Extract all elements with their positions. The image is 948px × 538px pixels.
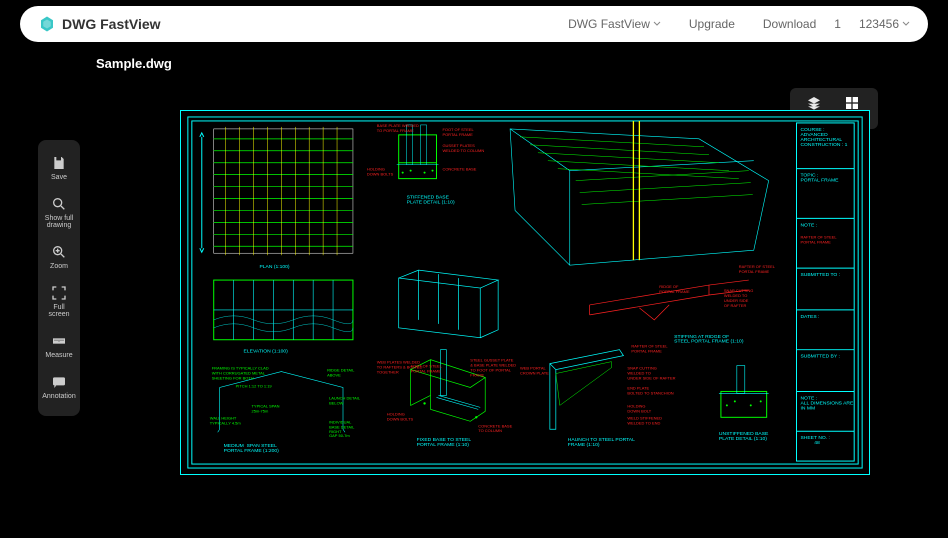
svg-text:MEDIUM SPAN STEELPORTAL FRAME: MEDIUM SPAN STEELPORTAL FRAME (1:200) bbox=[224, 443, 279, 454]
layout-icon bbox=[844, 95, 860, 111]
save-button[interactable]: Save bbox=[49, 148, 69, 189]
nav-notification[interactable]: 1 bbox=[834, 17, 841, 31]
save-icon bbox=[51, 155, 67, 171]
annotation-button[interactable]: Annotation bbox=[40, 367, 77, 408]
nav-upgrade[interactable]: Upgrade bbox=[689, 17, 735, 31]
magnify-icon bbox=[51, 196, 67, 212]
chevron-down-icon bbox=[902, 20, 910, 28]
svg-text:RAFTER OF STEELPORTAL FRAME: RAFTER OF STEELPORTAL FRAME bbox=[800, 234, 837, 244]
app-name: DWG FastView bbox=[62, 16, 161, 32]
showfull-button[interactable]: Show full drawing bbox=[43, 189, 75, 237]
svg-text:WALL HEIGHTTYPICALLY 4.5m: WALL HEIGHTTYPICALLY 4.5m bbox=[210, 415, 242, 425]
drawing-canvas[interactable]: COURSE :ADVANCEDARCHITECTURALCONSTRUCTIO… bbox=[180, 110, 870, 475]
nav-download[interactable]: Download bbox=[763, 17, 816, 31]
layer-icon bbox=[806, 95, 822, 111]
svg-text:GUSSET PLATESWELDED TO COLUMN: GUSSET PLATESWELDED TO COLUMN bbox=[442, 143, 484, 153]
svg-text:PLAN (1:100): PLAN (1:100) bbox=[259, 264, 289, 270]
svg-text:PITCH 1:12 TO 1:19: PITCH 1:12 TO 1:19 bbox=[236, 383, 273, 388]
file-name: Sample.dwg bbox=[96, 56, 948, 71]
svg-text:STIFFENED BASEPLATE DETAIL (1:: STIFFENED BASEPLATE DETAIL (1:10) bbox=[407, 195, 455, 206]
svg-text:NOTE :ALL DIMENSIONS AREIN MM: NOTE :ALL DIMENSIONS AREIN MM bbox=[800, 395, 854, 411]
svg-text:END PLATEBOLTED TO STANCHION: END PLATEBOLTED TO STANCHION bbox=[627, 385, 673, 395]
svg-text:RIDGE DETAILABOVE: RIDGE DETAILABOVE bbox=[327, 368, 355, 378]
svg-text:HOLDINGDOWN BOLTS: HOLDINGDOWN BOLTS bbox=[367, 167, 394, 177]
svg-text:FRAMING IS TYPICALLY CLADWITH: FRAMING IS TYPICALLY CLADWITH CORRUGATED… bbox=[212, 366, 269, 381]
svg-text:RAFTER OF STEELPORTAL FRAME: RAFTER OF STEELPORTAL FRAME bbox=[739, 264, 776, 274]
svg-text:TYPICAL SPAN25m-75m: TYPICAL SPAN25m-75m bbox=[252, 403, 280, 413]
svg-text:ELEVATION (1:100): ELEVATION (1:100) bbox=[244, 349, 289, 355]
svg-text:CONCRETE BASE: CONCRETE BASE bbox=[442, 167, 476, 172]
svg-text:SNAP CUTTINGWELDED TOUNDER SID: SNAP CUTTINGWELDED TOUNDER SIDE OF RAFTE… bbox=[627, 366, 675, 381]
zoom-button[interactable]: Zoom bbox=[48, 237, 70, 278]
topbar: DWG FastView DWG FastView Upgrade Downlo… bbox=[20, 6, 928, 42]
left-toolbar: Save Show full drawing Zoom Full screen … bbox=[38, 140, 80, 416]
svg-text:DATES :: DATES : bbox=[800, 314, 819, 320]
svg-text:WELD STIFFENEDWELDED TO END: WELD STIFFENEDWELDED TO END bbox=[627, 415, 662, 425]
annotation-icon bbox=[51, 374, 67, 390]
svg-text:STIFFING AT RIDGE OFSTEEL PORT: STIFFING AT RIDGE OFSTEEL PORTAL FRAME (… bbox=[674, 334, 744, 345]
fullscreen-icon bbox=[51, 285, 67, 301]
svg-text:SHEET NO. : 48: SHEET NO. : 48 bbox=[800, 435, 829, 446]
svg-text:COURSE :ADVANCEDARCHITECTURALC: COURSE :ADVANCEDARCHITECTURALCONSTRUCTIO… bbox=[800, 127, 847, 148]
svg-text:FIXED BASE TO STEELPORTAL FRAM: FIXED BASE TO STEELPORTAL FRAME (1:10) bbox=[417, 437, 472, 448]
svg-text:RIDGE OFPORTAL FRAME: RIDGE OFPORTAL FRAME bbox=[659, 284, 690, 294]
svg-text:HOLDINGDOWN BOLT: HOLDINGDOWN BOLT bbox=[627, 403, 651, 413]
svg-text:LAUNCH DETAILBELOW: LAUNCH DETAILBELOW bbox=[329, 395, 361, 405]
app-logo: DWG FastView bbox=[38, 15, 161, 33]
svg-text:BASE PLATE WELDEDTO PORTAL FRA: BASE PLATE WELDEDTO PORTAL FRAME bbox=[377, 123, 419, 133]
svg-text:RAFTER OF STEELPORTAL FRAME: RAFTER OF STEELPORTAL FRAME bbox=[631, 344, 668, 354]
svg-text:HOLDINGDOWN BOLTS: HOLDINGDOWN BOLTS bbox=[387, 411, 414, 421]
svg-text:SUBMITTED TO :: SUBMITTED TO : bbox=[800, 272, 840, 278]
svg-text:SUBMITTED BY :: SUBMITTED BY : bbox=[800, 354, 839, 360]
svg-text:WEB PORTALCROWN PLATE: WEB PORTALCROWN PLATE bbox=[520, 366, 549, 376]
svg-text:HAUNCH TO STEEL PORTALFRAME (1: HAUNCH TO STEEL PORTALFRAME (1:10) bbox=[568, 437, 635, 448]
svg-text:NOTE :: NOTE : bbox=[800, 222, 817, 228]
svg-text:TOPIC :PORTAL FRAME: TOPIC :PORTAL FRAME bbox=[800, 173, 839, 184]
chevron-down-icon bbox=[653, 20, 661, 28]
svg-text:FOOT OF STEELPORTAL FRAME: FOOT OF STEELPORTAL FRAME bbox=[442, 127, 474, 137]
logo-icon bbox=[38, 15, 56, 33]
zoom-icon bbox=[51, 244, 67, 260]
svg-text:FOOT OF STEELPORTAL FRAME: FOOT OF STEELPORTAL FRAME bbox=[411, 364, 443, 374]
svg-text:UNSTIFFENED BASEPLATE DETAIL (: UNSTIFFENED BASEPLATE DETAIL (1:10) bbox=[719, 431, 769, 442]
svg-text:STEEL GUSSET PLATE& BASE PLATE: STEEL GUSSET PLATE& BASE PLATE WELDEDTO … bbox=[470, 358, 516, 378]
measure-icon bbox=[51, 333, 67, 349]
nav-user[interactable]: 123456 bbox=[859, 17, 910, 31]
svg-text:CONCRETE BASETO COLUMN: CONCRETE BASETO COLUMN bbox=[478, 423, 512, 433]
nav-product[interactable]: DWG FastView bbox=[568, 17, 661, 31]
fullscreen-button[interactable]: Full screen bbox=[46, 278, 71, 326]
svg-text:INDIVIDUALBASE DETAILRIGHT: INDIVIDUALBASE DETAILRIGHT bbox=[329, 419, 355, 434]
measure-button[interactable]: Measure bbox=[43, 326, 74, 367]
svg-text:GAP 50-7m: GAP 50-7m bbox=[329, 433, 350, 438]
svg-text:SNAP CUTTINGWELDED TOUNDER SID: SNAP CUTTINGWELDED TOUNDER SIDEOF RAFTER bbox=[724, 288, 753, 308]
